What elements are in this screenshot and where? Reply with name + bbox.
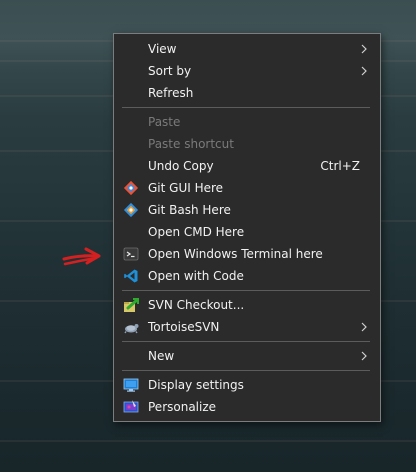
terminal-icon [123, 247, 139, 261]
vscode-icon [124, 269, 138, 283]
svn-checkout-icon [124, 298, 139, 312]
menu-item-label: TortoiseSVN [148, 320, 220, 334]
menu-item-open-windows-terminal[interactable]: Open Windows Terminal here [114, 243, 380, 265]
menu-item-label: SVN Checkout... [148, 298, 245, 312]
menu-item-label: Paste [148, 115, 181, 129]
menu-item-label: Open with Code [148, 269, 244, 283]
chevron-right-icon [361, 44, 367, 54]
menu-item-label: Open CMD Here [148, 225, 245, 239]
water-reflection [0, 440, 416, 442]
menu-item-svn-checkout[interactable]: SVN Checkout... [114, 294, 380, 316]
menu-item-tortoisesvn[interactable]: TortoiseSVN [114, 316, 380, 338]
chevron-right-icon [361, 322, 367, 332]
menu-item-label: Paste shortcut [148, 137, 234, 151]
annotation-arrow [62, 247, 101, 266]
tortoisesvn-icon [124, 324, 139, 334]
menu-item-git-gui[interactable]: Git GUI Here [114, 177, 380, 199]
git-bash-icon [123, 202, 139, 218]
chevron-right-icon [361, 66, 367, 76]
shortcut-label: Ctrl+Z [320, 159, 360, 173]
menu-separator [122, 370, 370, 371]
menu-item-label: Sort by [148, 64, 192, 78]
menu-item-label: Git GUI Here [148, 181, 224, 195]
menu-separator [122, 341, 370, 342]
menu-item-view[interactable]: View [114, 38, 380, 60]
menu-item-sort-by[interactable]: Sort by [114, 60, 380, 82]
menu-item-label: Refresh [148, 86, 194, 100]
git-gui-icon [123, 180, 139, 196]
menu-item-paste: Paste [114, 111, 380, 133]
menu-item-refresh[interactable]: Refresh [114, 82, 380, 104]
chevron-right-icon [361, 351, 367, 361]
menu-item-label: Personalize [148, 400, 217, 414]
menu-item-new[interactable]: New [114, 345, 380, 367]
menu-separator [122, 107, 370, 108]
menu-item-git-bash[interactable]: Git Bash Here [114, 199, 380, 221]
menu-item-label: View [148, 42, 177, 56]
menu-item-label: Open Windows Terminal here [148, 247, 323, 261]
personalize-icon [123, 400, 139, 413]
menu-item-label: Undo Copy [148, 159, 214, 173]
menu-item-label: New [148, 349, 175, 363]
menu-item-label: Git Bash Here [148, 203, 231, 217]
menu-item-open-cmd[interactable]: Open CMD Here [114, 221, 380, 243]
display-settings-icon [123, 378, 139, 392]
menu-separator [122, 290, 370, 291]
menu-item-personalize[interactable]: Personalize [114, 396, 380, 418]
menu-item-paste-shortcut: Paste shortcut [114, 133, 380, 155]
menu-item-undo-copy[interactable]: Undo Copy Ctrl+Z [114, 155, 380, 177]
menu-item-display-settings[interactable]: Display settings [114, 374, 380, 396]
context-menu: View Sort by Refresh Paste Paste shortcu… [113, 33, 381, 422]
menu-item-open-with-code[interactable]: Open with Code [114, 265, 380, 287]
menu-item-label: Display settings [148, 378, 244, 392]
